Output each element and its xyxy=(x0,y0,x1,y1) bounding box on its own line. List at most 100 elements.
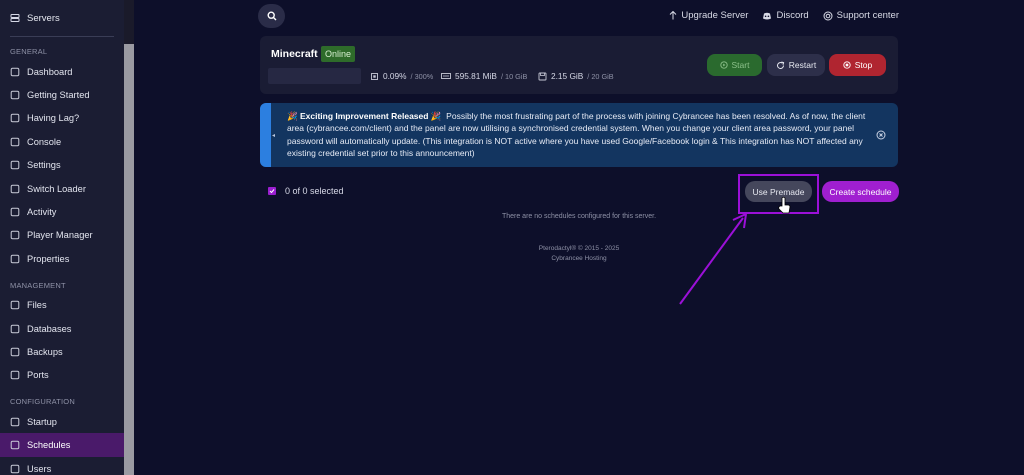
database-icon xyxy=(10,324,20,334)
archive-icon xyxy=(10,347,20,357)
restart-button[interactable]: Restart xyxy=(767,54,825,76)
sidebar-item-dashboard[interactable]: Dashboard xyxy=(0,60,124,83)
sidebar-item-label: Ports xyxy=(27,370,49,381)
gear-icon xyxy=(10,160,20,170)
sidebar-item-label: Settings xyxy=(27,160,61,171)
discord-icon xyxy=(763,12,772,19)
folder-icon xyxy=(10,300,20,310)
sidebar-item-label: Users xyxy=(27,463,52,474)
divider xyxy=(10,36,114,37)
sidebar-item-label: Activity xyxy=(27,207,57,218)
sidebar-scrollbar-thumb[interactable] xyxy=(124,44,134,475)
selected-count: 0 of 0 selected xyxy=(285,186,344,196)
memory-stat: 595.81 MiB/ 10 GiB xyxy=(441,71,527,81)
check-icon xyxy=(269,189,275,194)
file-icon xyxy=(10,254,20,264)
sidebar-item-player-manager[interactable]: Player Manager xyxy=(0,224,124,247)
sidebar-item-label: Player Manager xyxy=(27,230,93,241)
sidebar-item-label: Startup xyxy=(27,416,57,427)
calendar-icon xyxy=(10,440,20,450)
party-icon: 🎉 xyxy=(430,111,442,121)
sidebar-item-label: Having Lag? xyxy=(27,113,80,124)
support-center-link[interactable]: Support center xyxy=(823,10,899,21)
sidebar-item-label: Servers xyxy=(27,12,60,24)
sidebar-item-label: Switch Loader xyxy=(27,183,86,194)
sidebar-item-label: Console xyxy=(27,136,62,147)
sidebar-item-getting-started[interactable]: Getting Started xyxy=(0,83,124,106)
sidebar-item-properties[interactable]: Properties xyxy=(0,247,124,270)
memory-icon xyxy=(441,73,451,79)
cpu-stat: 0.09%/ 300% xyxy=(370,71,433,81)
sidebar-item-label: Files xyxy=(27,300,47,311)
sidebar-item-servers[interactable]: Servers xyxy=(0,0,124,36)
dashboard-icon xyxy=(10,67,20,77)
footer-hosting: Cybrancee Hosting xyxy=(551,254,607,262)
refresh-icon xyxy=(776,61,785,69)
sidebar: Servers GENERAL Dashboard Getting Started H… xyxy=(0,0,124,475)
close-icon[interactable] xyxy=(876,130,886,140)
sidebar-item-settings[interactable]: Settings xyxy=(0,154,124,177)
sidebar-item-schedules[interactable]: Schedules xyxy=(0,433,124,457)
search-icon xyxy=(266,11,276,21)
sidebar-item-ports[interactable]: Ports xyxy=(0,364,124,387)
sidebar-item-users[interactable]: Users xyxy=(0,457,124,475)
sidebar-item-startup[interactable]: Startup xyxy=(0,410,124,433)
power-icon xyxy=(719,61,728,69)
use-premade-button[interactable]: Use Premade xyxy=(745,181,812,202)
disk-stat: 2.15 GiB/ 20 GiB xyxy=(538,71,614,81)
stop-icon xyxy=(843,61,851,69)
user-icon xyxy=(10,230,20,240)
stop-button[interactable]: Stop xyxy=(829,54,886,76)
footer-copyright: Pterodactyl® © 2015 - 2025 xyxy=(538,245,620,252)
rocket-icon xyxy=(10,417,20,427)
server-icon xyxy=(10,13,20,23)
sidebar-section-heading: MANAGEMENT xyxy=(10,280,66,290)
party-icon: 🎉 xyxy=(287,111,298,121)
lifebuoy-icon xyxy=(823,11,833,20)
arrow-up-icon xyxy=(670,11,677,20)
sidebar-item-databases[interactable]: Databases xyxy=(0,317,124,340)
upgrade-server-link[interactable]: Upgrade Server xyxy=(669,10,748,21)
sidebar-section-heading: GENERAL xyxy=(10,47,48,56)
top-navigation: Upgrade Server Discord Support center xyxy=(669,10,899,21)
network-icon xyxy=(10,370,20,380)
selection-row: 0 of 0 selected xyxy=(268,186,344,196)
sidebar-item-label: Backups xyxy=(27,346,63,357)
status-badge: Online xyxy=(321,46,356,62)
announcement-banner: ◂ 🎉 Exciting Improvement Released 🎉 Poss… xyxy=(260,103,898,167)
swap-icon xyxy=(10,184,20,194)
eye-icon xyxy=(10,207,20,217)
sidebar-item-label: Dashboard xyxy=(27,66,73,77)
announcement-accent xyxy=(260,103,271,167)
discord-link[interactable]: Discord xyxy=(762,10,809,21)
sidebar-item-label: Getting Started xyxy=(27,90,90,101)
chevron-icon[interactable]: ◂ xyxy=(272,132,275,139)
server-name: Minecraft xyxy=(271,48,318,60)
sidebar-item-activity[interactable]: Activity xyxy=(0,200,124,223)
sidebar-item-label: Schedules xyxy=(27,440,71,451)
select-all-checkbox[interactable] xyxy=(268,187,276,195)
sidebar-item-console[interactable]: Console xyxy=(0,130,124,153)
empty-state-message: There are no schedules configured for th… xyxy=(501,213,657,220)
server-status-card: Minecraft Online 0.09%/ 300% 595.81 MiB /… xyxy=(260,36,898,94)
announcement-title: Exciting Improvement Released xyxy=(299,111,429,121)
server-address-bar[interactable] xyxy=(268,68,361,84)
sidebar-item-having-lag[interactable]: Having Lag? xyxy=(0,107,124,130)
compass-icon xyxy=(10,90,20,100)
announcement-text: 🎉 Exciting Improvement Released 🎉 Possib… xyxy=(287,110,871,160)
sidebar-item-label: Properties xyxy=(27,253,70,264)
search-button[interactable] xyxy=(258,4,285,28)
warning-icon xyxy=(10,113,20,123)
sidebar-item-files[interactable]: Files xyxy=(0,294,124,317)
sidebar-item-backups[interactable]: Backups xyxy=(0,340,124,363)
start-button[interactable]: Start xyxy=(707,54,762,76)
users-icon xyxy=(10,464,20,474)
footer: Pterodactyl® © 2015 - 2025 Cybrancee Hos… xyxy=(260,244,898,263)
cpu-icon xyxy=(371,72,378,80)
create-schedule-button[interactable]: Create schedule xyxy=(822,181,899,202)
disk-icon xyxy=(538,72,547,80)
sidebar-item-label: Databases xyxy=(27,323,72,334)
sidebar-item-switch-loader[interactable]: Switch Loader xyxy=(0,177,124,200)
terminal-icon xyxy=(10,137,20,147)
sidebar-section-heading: CONFIGURATION xyxy=(10,397,75,407)
